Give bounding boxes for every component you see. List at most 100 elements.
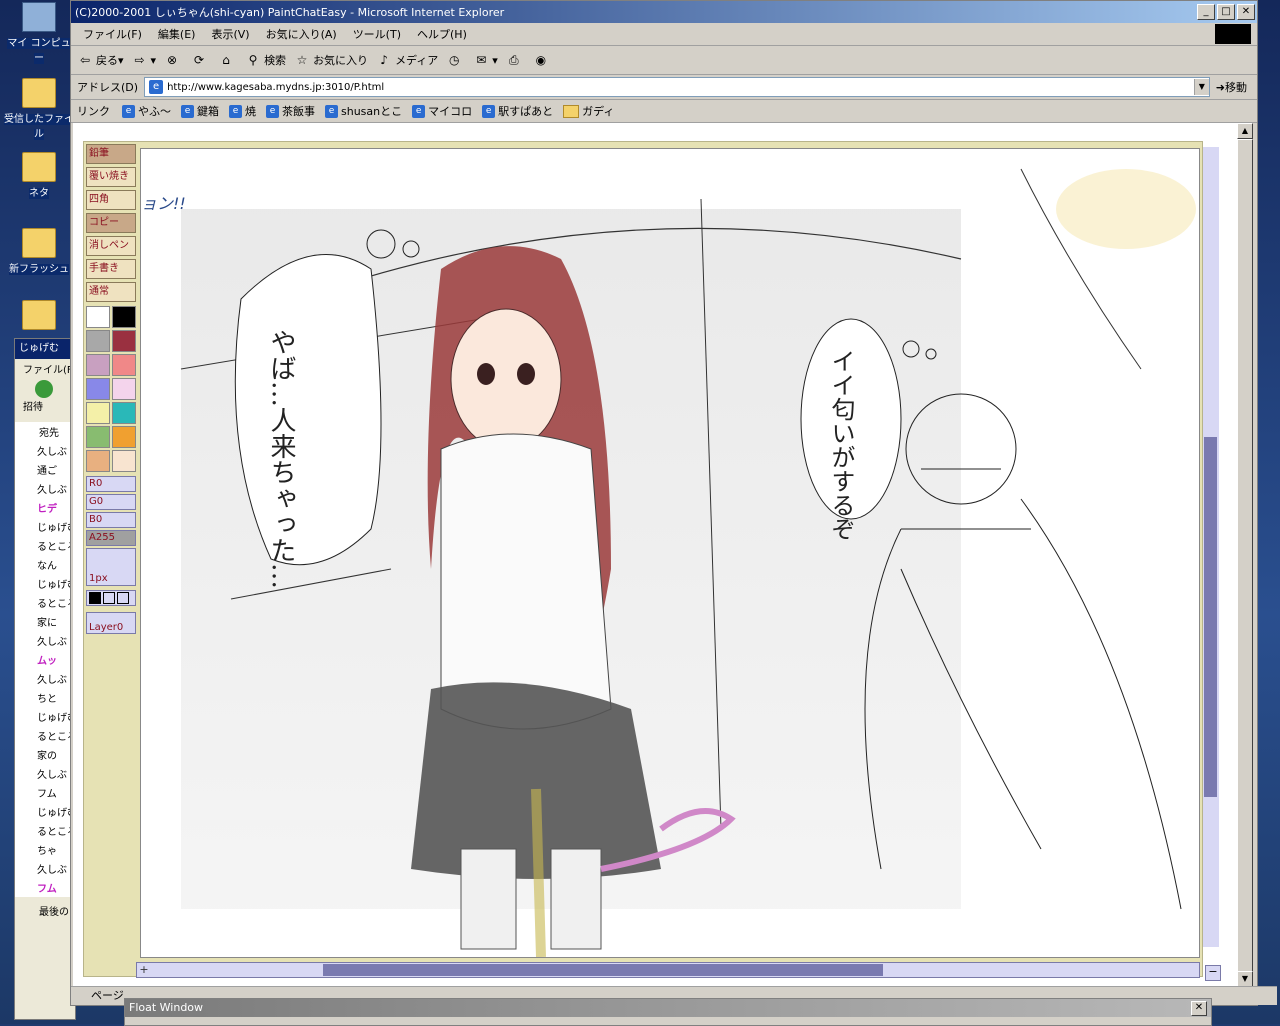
mail-button[interactable]: ✉ ▾ [473, 52, 498, 68]
received-files-folder[interactable]: 受信したファイル [4, 78, 74, 140]
float-window-close-button[interactable]: ✕ [1191, 1001, 1207, 1016]
media-button[interactable]: ♪ メディア [376, 52, 438, 68]
ie-link-icon: e [181, 104, 194, 118]
link-kagibako[interactable]: e 鍵箱 [181, 103, 219, 119]
maximize-button[interactable]: □ [1217, 4, 1235, 20]
palette-swatch[interactable] [112, 402, 136, 424]
search-button[interactable]: ⚲ 検索 [245, 52, 286, 68]
scroll-up-button[interactable]: ▲ [1237, 123, 1253, 139]
tool-copy[interactable]: コピー [86, 213, 136, 233]
window-titlebar[interactable]: (C)2000-2001 しぃちゃん(shi-cyan) PaintChatEa… [71, 1, 1257, 23]
palette-swatch[interactable] [112, 450, 136, 472]
menu-edit[interactable]: 編集(E) [150, 26, 204, 42]
messenger-line: 久しぶ [37, 770, 67, 781]
palette-swatch[interactable] [112, 354, 136, 376]
neta-folder[interactable]: ネタ [4, 152, 74, 199]
messenger-line: るところ [37, 827, 75, 838]
my-computer-icon[interactable]: マイ コンピュー [4, 2, 74, 64]
messenger-log: 久しぶ 通ご 久しぶ ヒデ じゅげむ るところ なん じゅげむ るところ 家に 久しぶ ムッ 久しぶ ちと… [15, 441, 75, 897]
messenger-line: 久しぶ [37, 637, 67, 648]
vscroll-thumb[interactable] [1204, 437, 1217, 797]
zoom-in-button[interactable]: + [137, 963, 151, 977]
brush-size-slider[interactable]: 1px [86, 548, 136, 586]
palette-swatch[interactable] [86, 354, 110, 376]
links-label: リンク [77, 105, 110, 118]
link-gadi[interactable]: ガディ [563, 103, 614, 119]
minimize-button[interactable]: _ [1197, 4, 1215, 20]
palette-swatch[interactable] [86, 426, 110, 448]
page-vscroll[interactable]: ▲ ▼ [1237, 123, 1253, 987]
window-title: (C)2000-2001 しぃちゃん(shi-cyan) PaintChatEa… [75, 6, 505, 19]
green-slider[interactable]: G0 [86, 494, 136, 510]
address-dropdown-icon[interactable]: ▼ [1193, 79, 1209, 95]
new-flash-folder[interactable]: 新フラッシュ [4, 228, 74, 275]
menu-view[interactable]: 表示(V) [203, 26, 257, 42]
address-input[interactable]: e http://www.kagesaba.mydns.jp:3010/P.ht… [144, 77, 1210, 97]
messenger-menu[interactable]: ファイル(F [15, 359, 75, 378]
folder-icon [22, 152, 56, 182]
messenger-window[interactable]: じゅげむ ファイル(F 招待 宛先 久しぶ 通ご 久しぶ ヒデ じゅげむ るところ なん じゅ… [14, 338, 76, 1020]
go-button[interactable]: ➜移動 [1216, 79, 1247, 95]
forward-button[interactable]: ⇨ ▾ [132, 52, 157, 68]
menu-tools[interactable]: ツール(T) [345, 26, 409, 42]
menu-favorites[interactable]: お気に入り(A) [258, 26, 345, 42]
pencil-size-2[interactable] [103, 592, 115, 604]
home-button[interactable]: ⌂ [218, 52, 237, 68]
red-slider[interactable]: R0 [86, 476, 136, 492]
float-window[interactable]: Float Window ✕ [124, 998, 1212, 1026]
folder-shortcut[interactable] [4, 300, 74, 332]
tool-mode[interactable]: 通常 [86, 282, 136, 302]
print-button[interactable]: ⎙ [506, 52, 525, 68]
favorites-button[interactable]: ☆ お気に入り [294, 52, 368, 68]
pencil-size-1[interactable] [89, 592, 101, 604]
alpha-slider[interactable]: A255 [86, 530, 136, 546]
palette-swatch[interactable] [86, 378, 110, 400]
canvas-hscroll[interactable]: + [136, 962, 1200, 978]
link-maikoro[interactable]: e マイコロ [412, 103, 472, 119]
refresh-button[interactable]: ⟳ [191, 52, 210, 68]
pencil-size-3[interactable] [117, 592, 129, 604]
palette-swatch[interactable] [86, 402, 110, 424]
history-button[interactable]: ◷ [446, 52, 465, 68]
canvas-vscroll[interactable] [1203, 147, 1219, 947]
zoom-out-button[interactable]: − [1205, 965, 1221, 981]
palette-swatch[interactable] [86, 306, 110, 328]
drawing-canvas[interactable]: やば…人来ちゃった… イイ匂いがするぞ ョン!! [140, 148, 1200, 958]
address-value: http://www.kagesaba.mydns.jp:3010/P.html [167, 81, 385, 93]
palette-swatch[interactable] [86, 450, 110, 472]
back-button[interactable]: ⇦ 戻る ▾ [77, 52, 124, 68]
messenger-invite[interactable]: 招待 [15, 378, 75, 422]
palette-swatch[interactable] [112, 306, 136, 328]
desktop-icon-label: 新フラッシュ [9, 264, 69, 275]
palette-swatch[interactable] [112, 426, 136, 448]
link-yahoo[interactable]: e やふ～ [122, 103, 171, 119]
home-icon: ⌂ [222, 53, 230, 67]
link-sahanji[interactable]: e 茶飯事 [266, 103, 315, 119]
link-yaki[interactable]: e焼 [229, 103, 256, 119]
messenger-icon: ◉ [535, 53, 547, 67]
ie-window[interactable]: (C)2000-2001 しぃちゃん(shi-cyan) PaintChatEa… [70, 0, 1277, 1006]
hscroll-thumb[interactable] [323, 964, 883, 976]
page-scroll-thumb[interactable] [1237, 139, 1253, 975]
blue-slider[interactable]: B0 [86, 512, 136, 528]
palette-swatch[interactable] [112, 330, 136, 352]
link-ekispert[interactable]: e 駅すぱあと [482, 103, 553, 119]
link-shusan[interactable]: e shusanとこ [325, 103, 402, 119]
palette-swatch[interactable] [86, 330, 110, 352]
messenger-to[interactable]: 宛先 [15, 422, 75, 441]
palette-swatch[interactable] [112, 378, 136, 400]
menu-help[interactable]: ヘルプ(H) [409, 26, 475, 42]
tool-eraser[interactable]: 消しペン [86, 236, 136, 256]
tool-dodge[interactable]: 覆い焼き [86, 167, 136, 187]
pencil-size-selector[interactable] [86, 590, 136, 606]
messenger-line: 久しぶ [37, 485, 67, 496]
scroll-down-button[interactable]: ▼ [1237, 971, 1253, 987]
close-button[interactable]: ✕ [1237, 4, 1255, 20]
menu-file[interactable]: ファイル(F) [75, 26, 150, 42]
tool-rect[interactable]: 四角 [86, 190, 136, 210]
tool-pencil[interactable]: 鉛筆 [86, 144, 136, 164]
messenger-button[interactable]: ◉ [533, 52, 552, 68]
tool-handwrite[interactable]: 手書き [86, 259, 136, 279]
layer-selector[interactable]: Layer0 [86, 612, 136, 634]
stop-button[interactable]: ⊗ [164, 52, 183, 68]
